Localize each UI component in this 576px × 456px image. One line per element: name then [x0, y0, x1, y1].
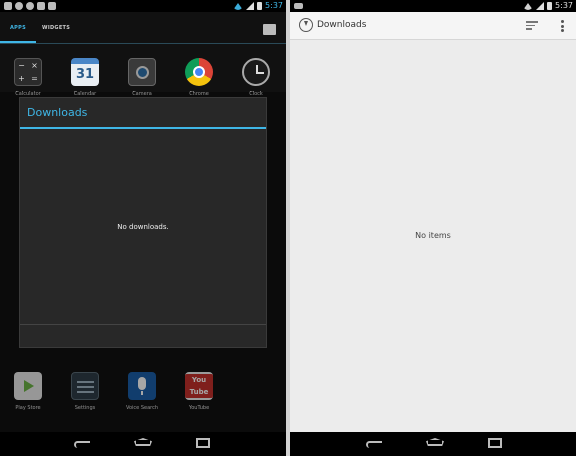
- drawer-tabs: APPS WIDGETS: [0, 12, 286, 44]
- notification-icon: [4, 2, 12, 10]
- calculator-icon: − × + =: [14, 58, 42, 86]
- left-screen: 5:37 APPS WIDGETS − × + = Calculator 31 Cal…: [0, 0, 286, 456]
- empty-state-text: No items: [415, 231, 451, 240]
- tab-divider: [0, 43, 286, 44]
- recent-apps-icon[interactable]: [488, 438, 502, 448]
- notification-icon: [26, 2, 34, 10]
- status-time: 5:37: [265, 1, 283, 10]
- battery-icon: [547, 2, 553, 10]
- home-icon[interactable]: [426, 438, 444, 446]
- page-title: Downloads: [317, 20, 367, 30]
- dialog-footer-divider: [20, 324, 266, 325]
- downloads-dialog: Downloads No downloads.: [19, 97, 267, 348]
- tab-widgets[interactable]: WIDGETS: [42, 25, 70, 31]
- notification-icon: [48, 2, 56, 10]
- back-icon[interactable]: [366, 441, 382, 448]
- chrome-icon: [185, 58, 213, 86]
- download-icon: [299, 18, 313, 32]
- sort-icon[interactable]: [526, 21, 538, 30]
- navigation-bar: [0, 432, 286, 456]
- wifi-icon: [523, 2, 534, 10]
- recent-apps-icon[interactable]: [196, 438, 210, 448]
- home-icon[interactable]: [134, 438, 152, 446]
- notification-icon: [15, 2, 23, 10]
- status-bar: 5:37: [290, 0, 576, 12]
- overflow-menu-icon[interactable]: [561, 20, 564, 34]
- wifi-icon: [233, 2, 244, 10]
- status-bar: 5:37: [0, 0, 286, 12]
- camera-icon: [128, 58, 156, 86]
- battery-icon: [257, 2, 263, 10]
- tab-apps[interactable]: APPS: [10, 25, 26, 31]
- signal-icon: [246, 2, 255, 10]
- right-screen: 5:37 Downloads No items: [290, 0, 576, 456]
- status-time: 5:37: [555, 1, 573, 10]
- navigation-bar: [290, 432, 576, 456]
- empty-message: No downloads.: [117, 223, 169, 231]
- calendar-icon: 31: [71, 58, 99, 86]
- dialog-title: Downloads: [27, 106, 88, 119]
- signal-icon: [536, 2, 545, 10]
- dialog-title-divider: [20, 127, 266, 129]
- back-icon[interactable]: [74, 441, 90, 448]
- image-icon: [37, 2, 45, 10]
- email-icon: [294, 3, 303, 9]
- shop-icon[interactable]: [263, 24, 276, 35]
- action-bar: Downloads: [290, 12, 576, 40]
- clock-icon: [242, 58, 270, 86]
